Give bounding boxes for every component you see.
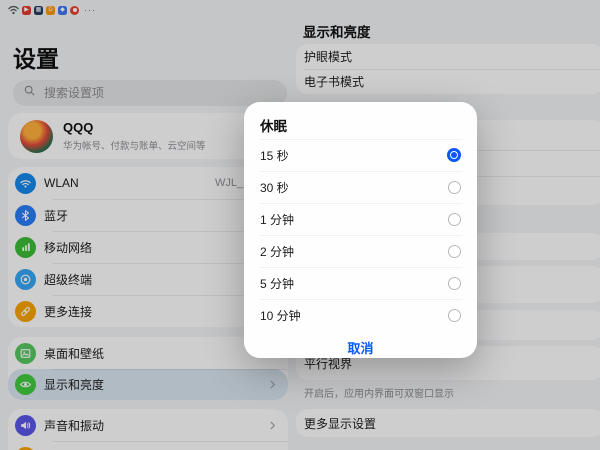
- radio-unselected-icon[interactable]: [448, 181, 461, 194]
- sleep-option-15s[interactable]: 15 秒: [260, 139, 461, 171]
- settings-screen: ▶ ▦ D ◆ ··· 设置 QQQ 华为帐号、付款与账单、云空间等 WLAN …: [0, 0, 600, 450]
- option-label: 30 秒: [260, 179, 289, 196]
- radio-unselected-icon[interactable]: [448, 245, 461, 258]
- option-label: 10 分钟: [260, 307, 301, 324]
- sleep-option-5min[interactable]: 5 分钟: [260, 267, 461, 299]
- option-label: 2 分钟: [260, 243, 294, 260]
- sleep-option-10min[interactable]: 10 分钟: [260, 299, 461, 331]
- sleep-option-30s[interactable]: 30 秒: [260, 171, 461, 203]
- option-label: 15 秒: [260, 147, 289, 164]
- radio-selected-icon[interactable]: [447, 148, 461, 162]
- sleep-dialog: 休眠 15 秒 30 秒 1 分钟 2 分钟 5 分钟 10 分钟 取消: [244, 102, 477, 358]
- radio-unselected-icon[interactable]: [448, 277, 461, 290]
- option-label: 5 分钟: [260, 275, 294, 292]
- radio-unselected-icon[interactable]: [448, 213, 461, 226]
- option-label: 1 分钟: [260, 211, 294, 228]
- radio-unselected-icon[interactable]: [448, 309, 461, 322]
- sleep-option-2min[interactable]: 2 分钟: [260, 235, 461, 267]
- cancel-button[interactable]: 取消: [260, 331, 461, 364]
- sleep-option-1min[interactable]: 1 分钟: [260, 203, 461, 235]
- dialog-title: 休眠: [260, 102, 461, 139]
